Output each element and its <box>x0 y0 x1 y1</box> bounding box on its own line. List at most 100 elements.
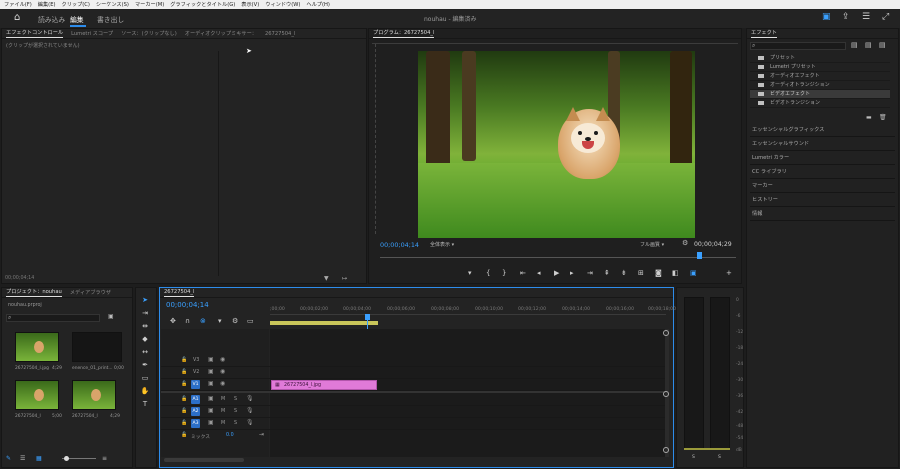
pencil-icon[interactable]: ✎ <box>6 455 11 462</box>
list-view-icon[interactable]: ☰ <box>20 455 25 462</box>
mute-button[interactable]: M <box>221 409 225 414</box>
lock-icon[interactable]: 🔓 <box>181 420 187 426</box>
vr-icon[interactable]: ▣ <box>690 269 697 277</box>
menu-window[interactable]: ウィンドウ(W) <box>265 1 300 8</box>
sync-icon[interactable]: ▣ <box>208 356 214 363</box>
project-thumb-1[interactable] <box>15 332 59 362</box>
menu-sequence[interactable]: シーケンス(S) <box>96 1 129 8</box>
effects-item-audio-transitions[interactable]: オーディオトランジション <box>750 81 890 90</box>
go-to-in-icon[interactable]: ⇤ <box>520 269 526 277</box>
solo-right-button[interactable]: S <box>718 455 721 460</box>
tab-audio-clip-mixer[interactable]: オーディオクリップミキサー： <box>185 30 257 37</box>
panel-essential-sound[interactable]: エッセンシャルサウンド <box>750 137 895 151</box>
project-thumb-4[interactable] <box>72 380 116 410</box>
clip-v1[interactable]: ▦ 26727504_l.jpg <box>271 380 377 390</box>
export-icon[interactable]: ↦ <box>342 275 347 282</box>
type-tool-icon[interactable]: T <box>140 400 150 408</box>
mute-button[interactable]: M <box>221 397 225 402</box>
sort-icon[interactable]: ≡ <box>102 455 107 462</box>
work-area-bar[interactable] <box>270 321 378 325</box>
yuv-effects-icon[interactable]: ▤ <box>879 41 886 49</box>
lift-icon[interactable]: ⇞ <box>604 269 610 277</box>
linked-selection-icon[interactable]: ⊗ <box>200 317 206 325</box>
snap-icon[interactable]: ∩ <box>185 317 190 325</box>
panel-menu-icon[interactable]: ☰ <box>862 12 870 22</box>
selection-tool-icon[interactable]: ➤ <box>140 296 150 304</box>
rectangle-tool-icon[interactable]: ▭ <box>140 374 150 382</box>
mark-out-icon[interactable]: } <box>502 269 506 277</box>
add-marker-icon[interactable]: ▾ <box>218 317 222 325</box>
play-icon[interactable]: ▶ <box>554 269 559 277</box>
effects-item-lumetri-presets[interactable]: Lumetri プリセット <box>750 63 890 72</box>
tab-import[interactable]: 読み込み <box>38 14 65 24</box>
effects-item-presets[interactable]: プリセット <box>750 54 890 63</box>
32bit-effects-icon[interactable]: ▤ <box>865 41 872 49</box>
project-search-input[interactable]: ⌕ <box>6 314 100 322</box>
step-back-icon[interactable]: ◂ <box>537 269 541 277</box>
sync-icon[interactable]: ▣ <box>208 380 214 387</box>
eye-icon[interactable]: ◉ <box>220 368 225 375</box>
track-label-a1[interactable]: A1 <box>191 395 200 404</box>
go-to-out-icon[interactable]: ⇥ <box>587 269 593 277</box>
go-to-end-icon[interactable]: ⇥ <box>259 431 264 438</box>
wrench-icon[interactable]: ⚙ <box>682 239 688 247</box>
mix-value[interactable]: 0.0 <box>226 433 234 438</box>
panel-markers[interactable]: マーカー <box>750 179 895 193</box>
workspace-icon[interactable]: ▣ <box>822 12 831 22</box>
track-select-tool-icon[interactable]: ⇥ <box>140 309 150 317</box>
comparison-icon[interactable]: ◧ <box>672 269 679 277</box>
mic-icon[interactable]: 🎙 <box>246 419 254 426</box>
timeline-horizontal-scrollbar[interactable] <box>164 458 244 462</box>
menu-clip[interactable]: クリップ(C) <box>62 1 90 8</box>
lock-icon[interactable]: 🔓 <box>181 396 187 402</box>
effects-item-audio-effects[interactable]: オーディオエフェクト <box>750 72 890 81</box>
track-label-v1[interactable]: V1 <box>191 380 200 389</box>
quality-dropdown[interactable]: フル画質 ▾ <box>640 241 664 248</box>
program-current-timecode[interactable]: 00;00;04;14 <box>380 241 419 249</box>
tab-edit[interactable]: 編集 <box>70 14 84 24</box>
new-bin-icon[interactable]: ▬ <box>866 114 872 121</box>
export-frame-icon[interactable]: ◙ <box>655 269 662 277</box>
panel-essential-graphics[interactable]: エッセンシャルグラフィックス <box>750 123 895 137</box>
effects-item-video-effects[interactable]: ビデオエフェクト <box>750 90 890 99</box>
scroll-handle-mid[interactable] <box>663 391 669 397</box>
icon-view-icon[interactable]: ▦ <box>36 455 42 462</box>
home-icon[interactable]: ⌂ <box>14 12 20 23</box>
tab-effect-controls[interactable]: エフェクトコントロール <box>6 29 64 38</box>
mute-button[interactable]: M <box>221 421 225 426</box>
tab-media-browser[interactable]: メディアブラウザ <box>70 289 111 296</box>
add-button-icon[interactable]: + <box>726 269 732 277</box>
eye-icon[interactable]: ◉ <box>220 356 225 363</box>
panel-cc-libraries[interactable]: CC ライブラリ <box>750 165 895 179</box>
solo-button[interactable]: S <box>234 409 237 414</box>
mic-icon[interactable]: 🎙 <box>246 407 254 414</box>
accelerated-effects-icon[interactable]: ▤ <box>851 41 858 49</box>
program-scrub-bar[interactable] <box>380 257 736 258</box>
ripple-edit-tool-icon[interactable]: ⇹ <box>140 322 150 330</box>
sync-icon[interactable]: ▣ <box>208 407 214 414</box>
timeline-settings-icon[interactable]: ⚙ <box>232 317 238 325</box>
captions-icon[interactable]: ▭ <box>247 317 254 325</box>
sync-icon[interactable]: ▣ <box>208 419 214 426</box>
pen-tool-icon[interactable]: ✒ <box>140 361 150 369</box>
timeline-timecode[interactable]: 00;00;04;14 <box>166 301 209 309</box>
effects-item-video-transitions[interactable]: ビデオトランジション <box>750 99 890 108</box>
program-playhead[interactable] <box>697 252 702 259</box>
scroll-handle-top[interactable] <box>663 330 669 336</box>
effects-title[interactable]: エフェクト <box>751 29 777 38</box>
lock-icon[interactable]: 🔓 <box>181 381 187 387</box>
solo-button[interactable]: S <box>234 397 237 402</box>
tab-project[interactable]: プロジェクト：nouhau <box>6 288 62 297</box>
menu-edit[interactable]: 編集(E) <box>38 1 56 8</box>
effects-search-input[interactable]: ⌕ <box>750 42 846 50</box>
bin-icon[interactable]: ▣ <box>108 313 114 320</box>
nest-icon[interactable]: ✥ <box>170 317 176 325</box>
tab-source[interactable]: ソース：(クリップなし) <box>121 30 177 37</box>
slip-tool-icon[interactable]: ↔ <box>140 348 150 356</box>
delete-icon[interactable]: 🗑 <box>879 114 887 121</box>
extract-icon[interactable]: ⇟ <box>621 269 627 277</box>
scroll-handle-bottom[interactable] <box>663 447 669 453</box>
lock-icon[interactable]: 🔓 <box>181 432 187 438</box>
tab-lumetri-scopes[interactable]: Lumetri スコープ <box>71 30 113 37</box>
panel-info[interactable]: 情報 <box>750 207 895 221</box>
